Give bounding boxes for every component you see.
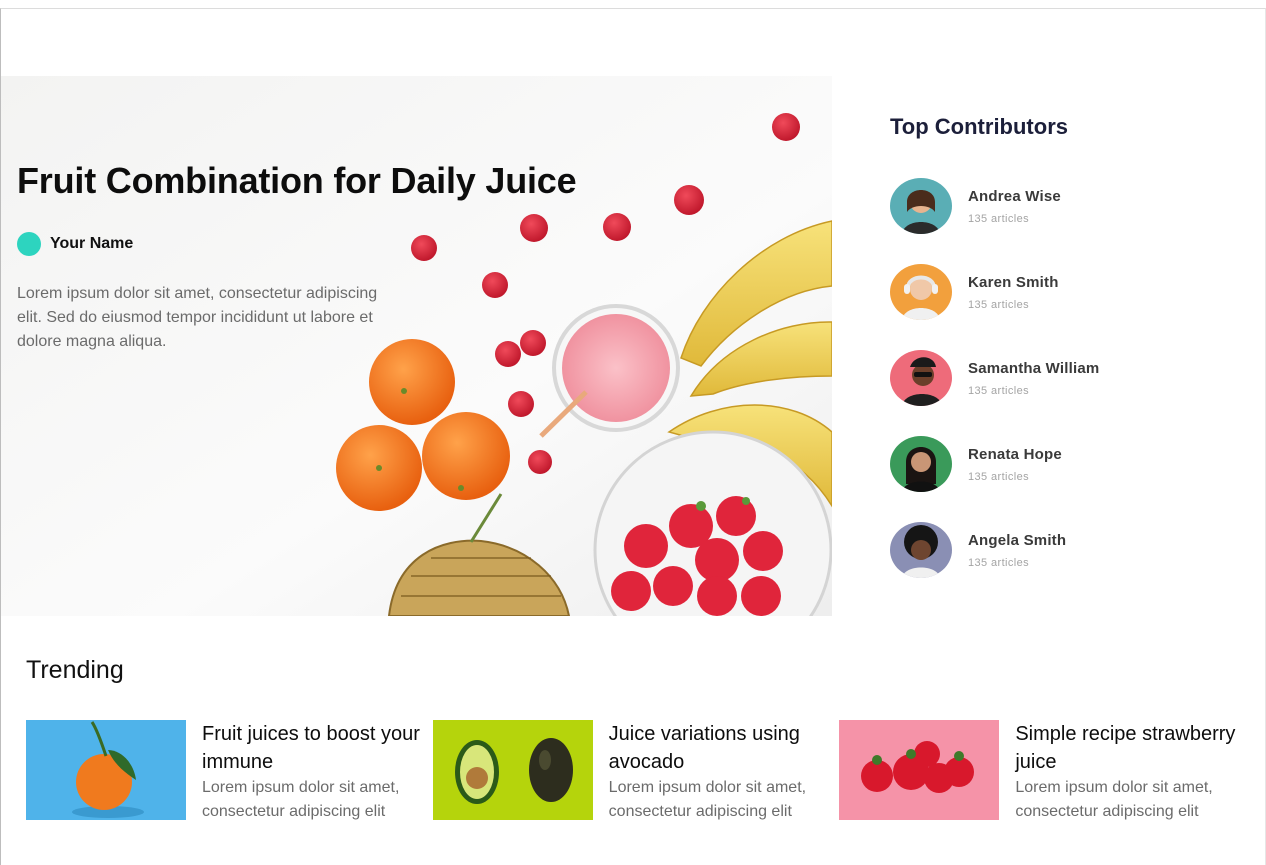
- contributor-name[interactable]: Andrea Wise: [968, 188, 1061, 205]
- hero-title[interactable]: Fruit Combination for Daily Juice: [17, 160, 637, 202]
- trending-thumbnail[interactable]: [839, 720, 1000, 820]
- contributor-name[interactable]: Karen Smith: [968, 274, 1059, 291]
- contributor-article-count: 135 articles: [968, 212, 1030, 225]
- author-name[interactable]: Your Name: [50, 235, 133, 253]
- contributor-article-count: 135 articles: [968, 470, 1030, 483]
- trending-card[interactable]: Simple recipe strawberry juice Lorem ips…: [839, 720, 1246, 824]
- trending-title-link[interactable]: Simple recipe strawberry juice: [1015, 720, 1245, 776]
- avatar[interactable]: [890, 436, 952, 492]
- trending-card[interactable]: Fruit juices to boost your immune Lorem …: [26, 720, 433, 824]
- contributor-item[interactable]: Angela Smith 135 articles: [890, 522, 1230, 578]
- avatar[interactable]: [890, 178, 952, 234]
- contributor-name[interactable]: Samantha William: [968, 360, 1099, 377]
- contributor-item[interactable]: Renata Hope 135 articles: [890, 436, 1230, 492]
- author-avatar: [17, 232, 41, 256]
- hero-description: Lorem ipsum dolor sit amet, consectetur …: [17, 285, 378, 350]
- top-contributors-panel: Top Contributors Andrea Wise 135 article…: [890, 114, 1230, 608]
- avatar[interactable]: [890, 264, 952, 320]
- contributor-article-count: 135 articles: [968, 298, 1030, 311]
- trending-description: Lorem ipsum dolor sit amet, consectetur …: [202, 779, 400, 820]
- contributor-item[interactable]: Andrea Wise 135 articles: [890, 178, 1230, 234]
- trending-title-link[interactable]: Juice variations using avocado: [609, 720, 839, 776]
- trending-list: Fruit juices to boost your immune Lorem …: [26, 720, 1246, 824]
- contributor-name[interactable]: Renata Hope: [968, 446, 1062, 463]
- hero-content: Fruit Combination for Daily Juice Your N…: [17, 160, 637, 354]
- contributor-item[interactable]: Karen Smith 135 articles: [890, 264, 1230, 320]
- trending-description: Lorem ipsum dolor sit amet, consectetur …: [608, 779, 807, 820]
- contributor-article-count: 135 articles: [968, 384, 1030, 397]
- trending-description: Lorem ipsum dolor sit amet, consectetur …: [1015, 779, 1213, 820]
- hero-banner[interactable]: Fruit Combination for Daily Juice Your N…: [1, 76, 832, 616]
- contributor-name[interactable]: Angela Smith: [968, 532, 1066, 549]
- avatar[interactable]: [890, 522, 952, 578]
- contributor-list: Andrea Wise 135 articles Karen Smith 135…: [890, 178, 1230, 578]
- hero-author[interactable]: Your Name: [17, 232, 637, 256]
- trending-thumbnail[interactable]: [26, 720, 186, 820]
- contributor-article-count: 135 articles: [968, 556, 1030, 569]
- trending-title: Trending: [26, 656, 124, 684]
- trending-card[interactable]: Juice variations using avocado Lorem ips…: [432, 720, 840, 824]
- avatar[interactable]: [890, 350, 952, 406]
- sidebar-title: Top Contributors: [890, 114, 1068, 139]
- trending-thumbnail[interactable]: [432, 720, 593, 820]
- trending-title-link[interactable]: Fruit juices to boost your immune: [202, 720, 432, 776]
- contributor-item[interactable]: Samantha William 135 articles: [890, 350, 1230, 406]
